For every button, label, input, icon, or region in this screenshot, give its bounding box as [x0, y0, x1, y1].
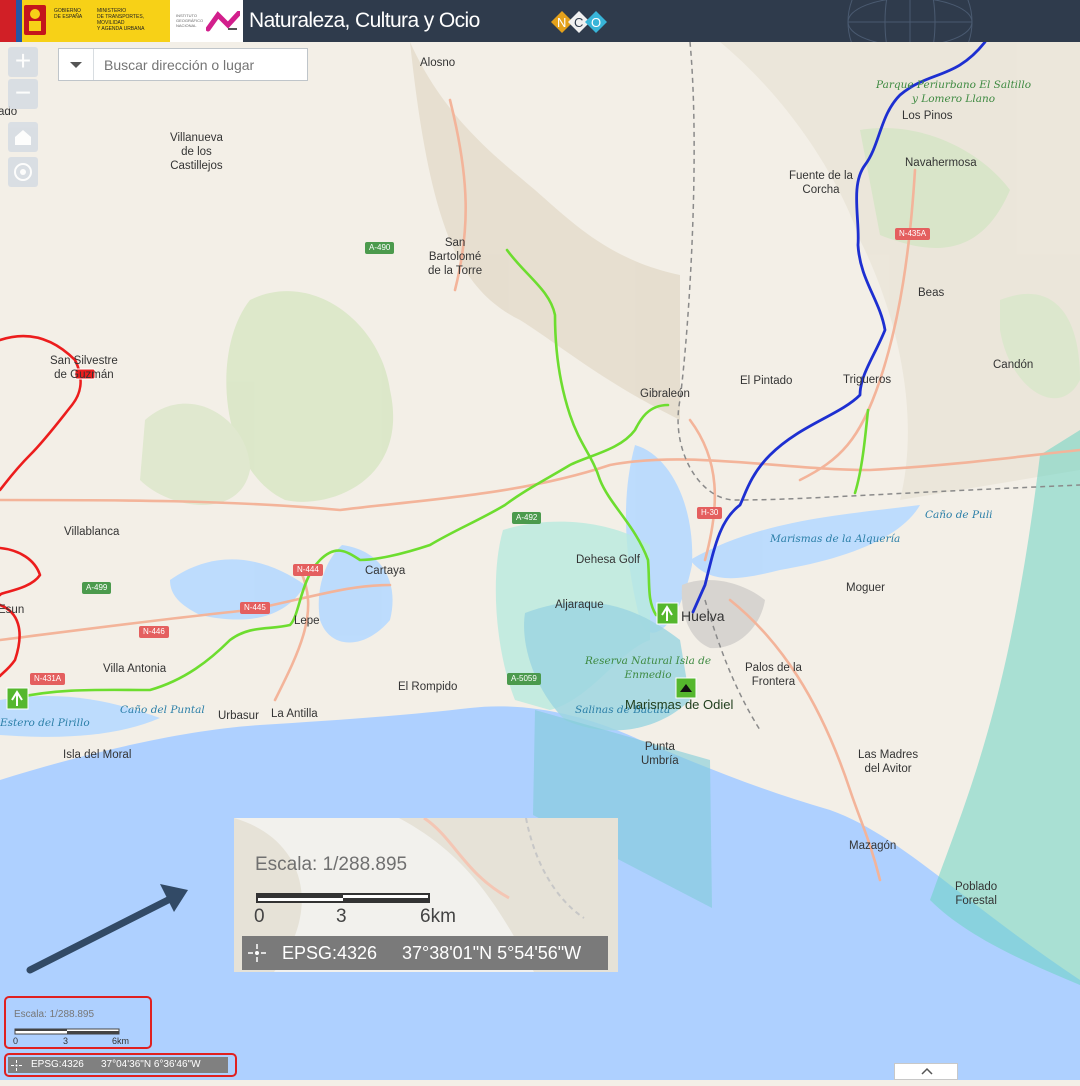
feature-label-estero: Estero del Pirillo	[0, 717, 90, 729]
feature-label-parque: Parque Periurbano El Saltillo y Lomero Ll…	[876, 79, 1032, 105]
home-icon	[15, 130, 31, 145]
place-label-la-antilla: La Antilla	[271, 708, 318, 720]
place-label-cartaya: Cartaya	[365, 565, 406, 577]
locate-button[interactable]	[8, 157, 38, 187]
search-box[interactable]	[58, 48, 308, 81]
expand-panel-button[interactable]	[894, 1063, 958, 1080]
spain-flag-icon	[0, 0, 46, 42]
place-label-trigueros: Trigueros	[843, 374, 892, 386]
callout-epsg: EPSG:4326	[282, 943, 378, 963]
scale-highlight-box: Escala: 1/288.895 0 3 6km	[4, 996, 152, 1049]
place-label-mazagon: Mazagón	[849, 840, 897, 852]
place-label-navahermosa: Navahermosa	[905, 157, 977, 169]
callout-coords: 37°38'01"N 5°54'56"W	[402, 943, 582, 963]
callout-scale-text: Escala: 1/288.895	[255, 854, 408, 875]
place-label-san-silvestre: San Silvestre de Guzmán	[50, 355, 118, 381]
place-label-aljaraque: Aljaraque	[555, 599, 604, 611]
scale-bar	[14, 1028, 120, 1035]
scale-tick-three: 3	[63, 1036, 69, 1046]
feature-label-marismas-odiel: Marismas de Odiel	[625, 697, 734, 712]
logo-letter-c: C	[574, 15, 583, 30]
feature-label-cano-puntal: Caño del Puntal	[120, 704, 205, 716]
place-label-villanueva: Villanueva de los Castillejos	[170, 132, 223, 172]
callout-coordinate-bar: EPSG:4326 37°38'01"N 5°54'56"W	[242, 936, 608, 970]
crosshair-icon	[248, 944, 266, 962]
road-shield-a5059: A-5059	[507, 673, 541, 685]
place-label-el-rompido: El Rompido	[398, 681, 458, 693]
status-coords: 37°04'36"N 6°36'46"W	[101, 1059, 201, 1070]
place-label-huelva: Huelva	[681, 608, 725, 624]
road-shield-n431a: N-431A	[30, 673, 66, 685]
place-label-isla-moral: Isla del Moral	[63, 749, 132, 761]
feature-label-marismas-alqueria: Marismas de la Alquería	[770, 533, 901, 545]
road-shield-a490: A-490	[365, 242, 395, 254]
zoomed-scale-callout: Escala: 1/288.895 0 3 6km EPSG:4326 37°3…	[234, 818, 618, 972]
place-label-los-pinos: Los Pinos	[902, 110, 953, 122]
logo-letter-n: N	[557, 15, 566, 30]
scale-tick-zero: 0	[13, 1036, 19, 1046]
ign-text: INSTITUTO GEOGRÁFICO NACIONAL	[176, 13, 204, 28]
search-input[interactable]	[94, 49, 304, 80]
home-button[interactable]	[8, 122, 38, 152]
institution-logos: GOBIERNO DE ESPAÑA MINISTERIO DE TRANSPO…	[0, 0, 243, 42]
place-label-poblado: Poblado Forestal	[955, 881, 998, 907]
logo-letter-o: O	[591, 15, 601, 30]
coordinate-bar: EPSG:4326 37°04'36"N 6°36'46"W	[8, 1057, 228, 1073]
scale-tick-six: 6km	[112, 1036, 130, 1046]
feature-label-cano-puli: Caño de Puli	[925, 509, 993, 521]
nco-logo: N C O	[551, 11, 607, 33]
road-shield-h30: H-30	[697, 507, 723, 519]
place-label-palos: Palos de la Frontera	[745, 662, 802, 688]
road-shield-n446: N-446	[139, 626, 169, 638]
decorative-globe-icon	[847, 0, 973, 42]
zoom-out-button[interactable]: −	[8, 79, 38, 109]
ministry-text: MINISTERIO DE TRANSPORTES, MOVILIDAD Y A…	[97, 8, 145, 32]
app-title: Naturaleza, Cultura y Ocio	[249, 9, 480, 32]
place-label-fuente-corcha: Fuente de la Corcha	[789, 170, 853, 196]
header-bar: GOBIERNO DE ESPAÑA MINISTERIO DE TRANSPO…	[0, 0, 1080, 42]
road-shield-a499: A-499	[82, 582, 112, 594]
feature-label-reserva: Reserva Natural Isla de Enmedio	[585, 655, 712, 681]
callout-scale-ticks: 0 3 6km	[254, 906, 456, 927]
place-label-beas: Beas	[918, 287, 945, 299]
place-label-san-bartolome: San Bartolomé de la Torre	[428, 237, 483, 277]
place-label-villablanca: Villablanca	[64, 526, 120, 538]
cnig-icon	[206, 11, 240, 32]
place-label-urbasur: Urbasur	[218, 710, 259, 722]
place-label-el-pintado: El Pintado	[740, 375, 793, 387]
road-shield-n444: N-444	[293, 564, 323, 576]
chevron-down-icon	[70, 62, 82, 68]
search-menu-button[interactable]	[59, 49, 94, 80]
crosshair-icon	[11, 1060, 22, 1071]
place-label-alosno: Alosno	[420, 57, 456, 69]
place-label-dehesa-golf: Dehesa Golf	[576, 554, 640, 566]
status-epsg: EPSG:4326	[31, 1059, 84, 1070]
place-label-candon: Candón	[993, 359, 1034, 371]
place-label-punta-umbria: Punta Umbría	[641, 741, 679, 767]
chevron-up-icon	[921, 1067, 933, 1075]
place-label-madres: Las Madres del Avitor	[858, 749, 919, 775]
place-label-gibraleon: Gibraleón	[640, 388, 690, 400]
place-label-lepe: Lepe	[294, 615, 320, 627]
road-shield-n435a: N-435A	[895, 228, 931, 240]
scale-text: Escala: 1/288.895	[14, 1009, 95, 1020]
place-label-esun: Esun	[0, 604, 25, 616]
road-shield-a492: A-492	[512, 512, 542, 524]
government-logo: GOBIERNO DE ESPAÑA MINISTERIO DE TRANSPO…	[0, 0, 170, 42]
place-label-moguer: Moguer	[846, 582, 885, 594]
government-text: GOBIERNO DE ESPAÑA	[54, 8, 83, 20]
coordinate-highlight-box: EPSG:4326 37°04'36"N 6°36'46"W	[4, 1053, 237, 1077]
place-label-villa-antonia: Villa Antonia	[103, 663, 167, 675]
road-shield-n445: N-445	[240, 602, 270, 614]
locate-icon	[14, 163, 32, 181]
zoom-in-button[interactable]: +	[8, 47, 38, 77]
ign-logo: INSTITUTO GEOGRÁFICO NACIONAL	[173, 5, 241, 37]
